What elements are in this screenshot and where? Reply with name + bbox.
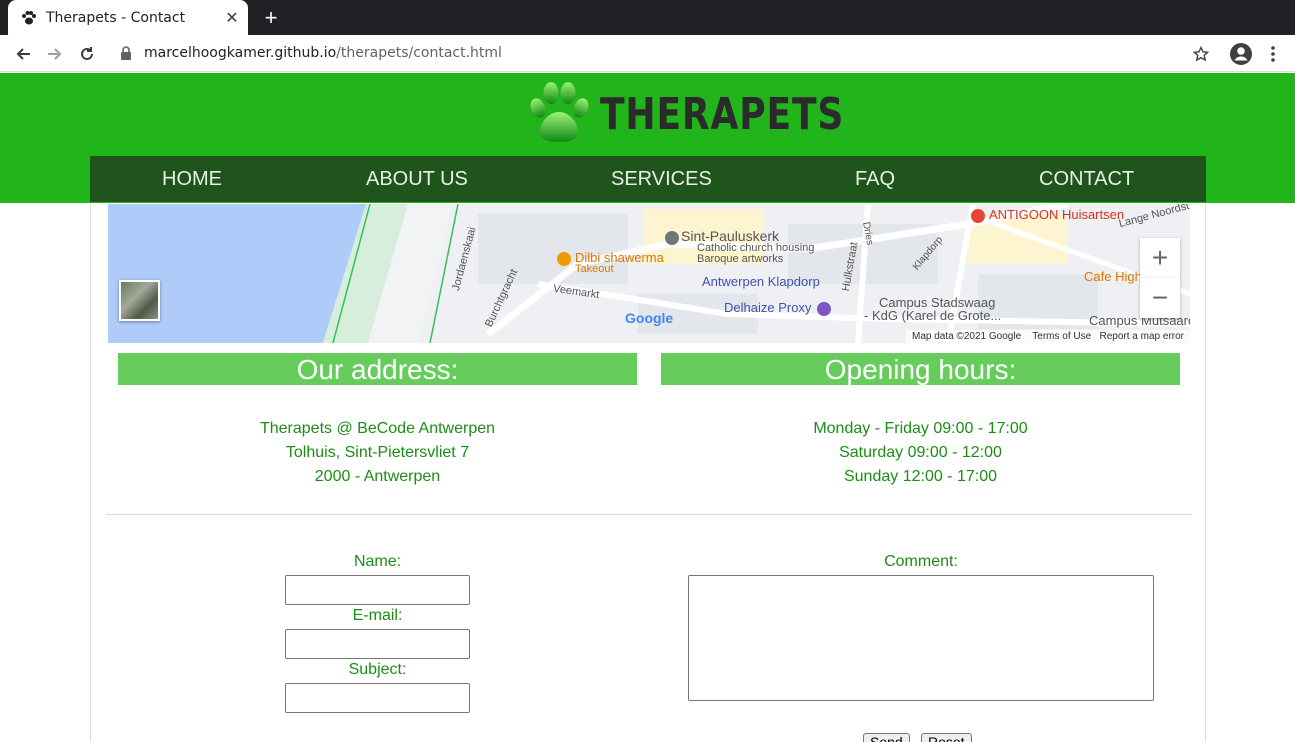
map-label: Delhaize Proxy [724,300,832,316]
more-menu-icon[interactable] [1259,40,1287,68]
browser-tab[interactable]: Therapets - Contact ✕ [8,0,248,35]
address-line: 2000 - Antwerpen [314,468,441,485]
close-tab-icon[interactable]: ✕ [220,6,244,30]
map-label: ANTIGOON Huisartsen [971,207,1124,223]
map-data-credit: Map data ©2021 Google [912,331,1022,342]
address-line: Therapets @ BeCode Antwerpen [259,420,496,437]
content-area: ANTIGOON Huisartsen Lange Noordst Sint-P… [90,203,1206,742]
comment-label: Comment: [884,553,958,570]
google-logo[interactable]: Google [625,310,673,326]
hours-line: Sunday 12:00 - 17:00 [843,468,997,485]
nav-contact[interactable]: CONTACT [1039,156,1134,202]
restaurant-pin-icon [557,251,571,266]
url-path: /therapets/contact.html [336,45,502,61]
satellite-toggle[interactable] [119,280,160,321]
address-line: Tolhuis, Sint-Pietersvliet 7 [285,444,470,461]
nav-about-us[interactable]: ABOUT US [366,156,468,202]
browser-toolbar: marcelhoogkamer.github.io/therapets/cont… [0,35,1295,72]
browser-tabstrip: Therapets - Contact ✕ + [0,0,1295,35]
hours-heading: Opening hours: [661,353,1180,385]
map-label: - KdG (Karel de Grote... [864,308,1002,323]
map-attribution: Map data ©2021 Google Terms of Use Repor… [906,330,1190,343]
reload-icon[interactable] [73,40,101,68]
map-label: Takeout [575,263,614,275]
reset-button[interactable]: Reset [921,733,972,742]
tab-title: Therapets - Contact [46,9,186,26]
address-bar[interactable]: marcelhoogkamer.github.io/therapets/cont… [118,41,502,65]
url-host: marcelhoogkamer.github.io [144,45,337,61]
section-divider [106,514,1192,515]
nav-faq[interactable]: FAQ [855,156,895,202]
forward-arrow-icon[interactable] [41,40,69,68]
email-label: E-mail: [352,607,403,624]
comment-textarea[interactable] [688,575,1154,701]
subject-field[interactable] [285,683,470,713]
map-label: Antwerpen Klapdorp [702,274,820,289]
hours-line: Monday - Friday 09:00 - 17:00 [813,420,1028,437]
map-label: Cafe High [1084,269,1142,284]
church-pin-icon [665,231,679,245]
name-label: Name: [353,553,402,570]
google-map[interactable]: ANTIGOON Huisartsen Lange Noordst Sint-P… [108,204,1190,343]
site-header: THERAPETS HOME ABOUT US SERVICES FAQ CON… [0,73,1295,203]
main-nav: HOME ABOUT US SERVICES FAQ CONTACT [90,156,1206,202]
email-field[interactable] [285,629,470,659]
subject-label: Subject: [348,661,407,678]
logo-text: THERAPETS [600,88,845,140]
clinic-pin-icon [971,208,985,223]
nav-home[interactable]: HOME [162,156,222,202]
bookmark-star-icon[interactable] [1187,40,1215,68]
hours-line: Saturday 09:00 - 12:00 [839,444,1002,461]
shop-pin-icon [817,301,832,316]
nav-services[interactable]: SERVICES [611,156,712,202]
new-tab-icon[interactable]: + [258,5,284,31]
paw-icon [20,9,38,27]
account-avatar-icon[interactable] [1227,40,1255,68]
terms-link[interactable]: Terms of Use [1032,331,1091,342]
lock-icon [118,45,134,61]
map-label: Baroque artworks [697,253,784,265]
web-page: THERAPETS HOME ABOUT US SERVICES FAQ CON… [0,73,1295,742]
send-button[interactable]: Send [863,733,910,742]
report-error-link[interactable]: Report a map error [1100,331,1184,342]
address-heading: Our address: [118,353,637,385]
name-field[interactable] [285,575,470,605]
zoom-out-icon[interactable]: − [1140,278,1180,318]
zoom-in-icon[interactable]: + [1140,238,1180,278]
paw-logo-icon [528,80,590,149]
back-arrow-icon[interactable] [9,40,37,68]
site-logo[interactable]: THERAPETS [528,81,898,147]
